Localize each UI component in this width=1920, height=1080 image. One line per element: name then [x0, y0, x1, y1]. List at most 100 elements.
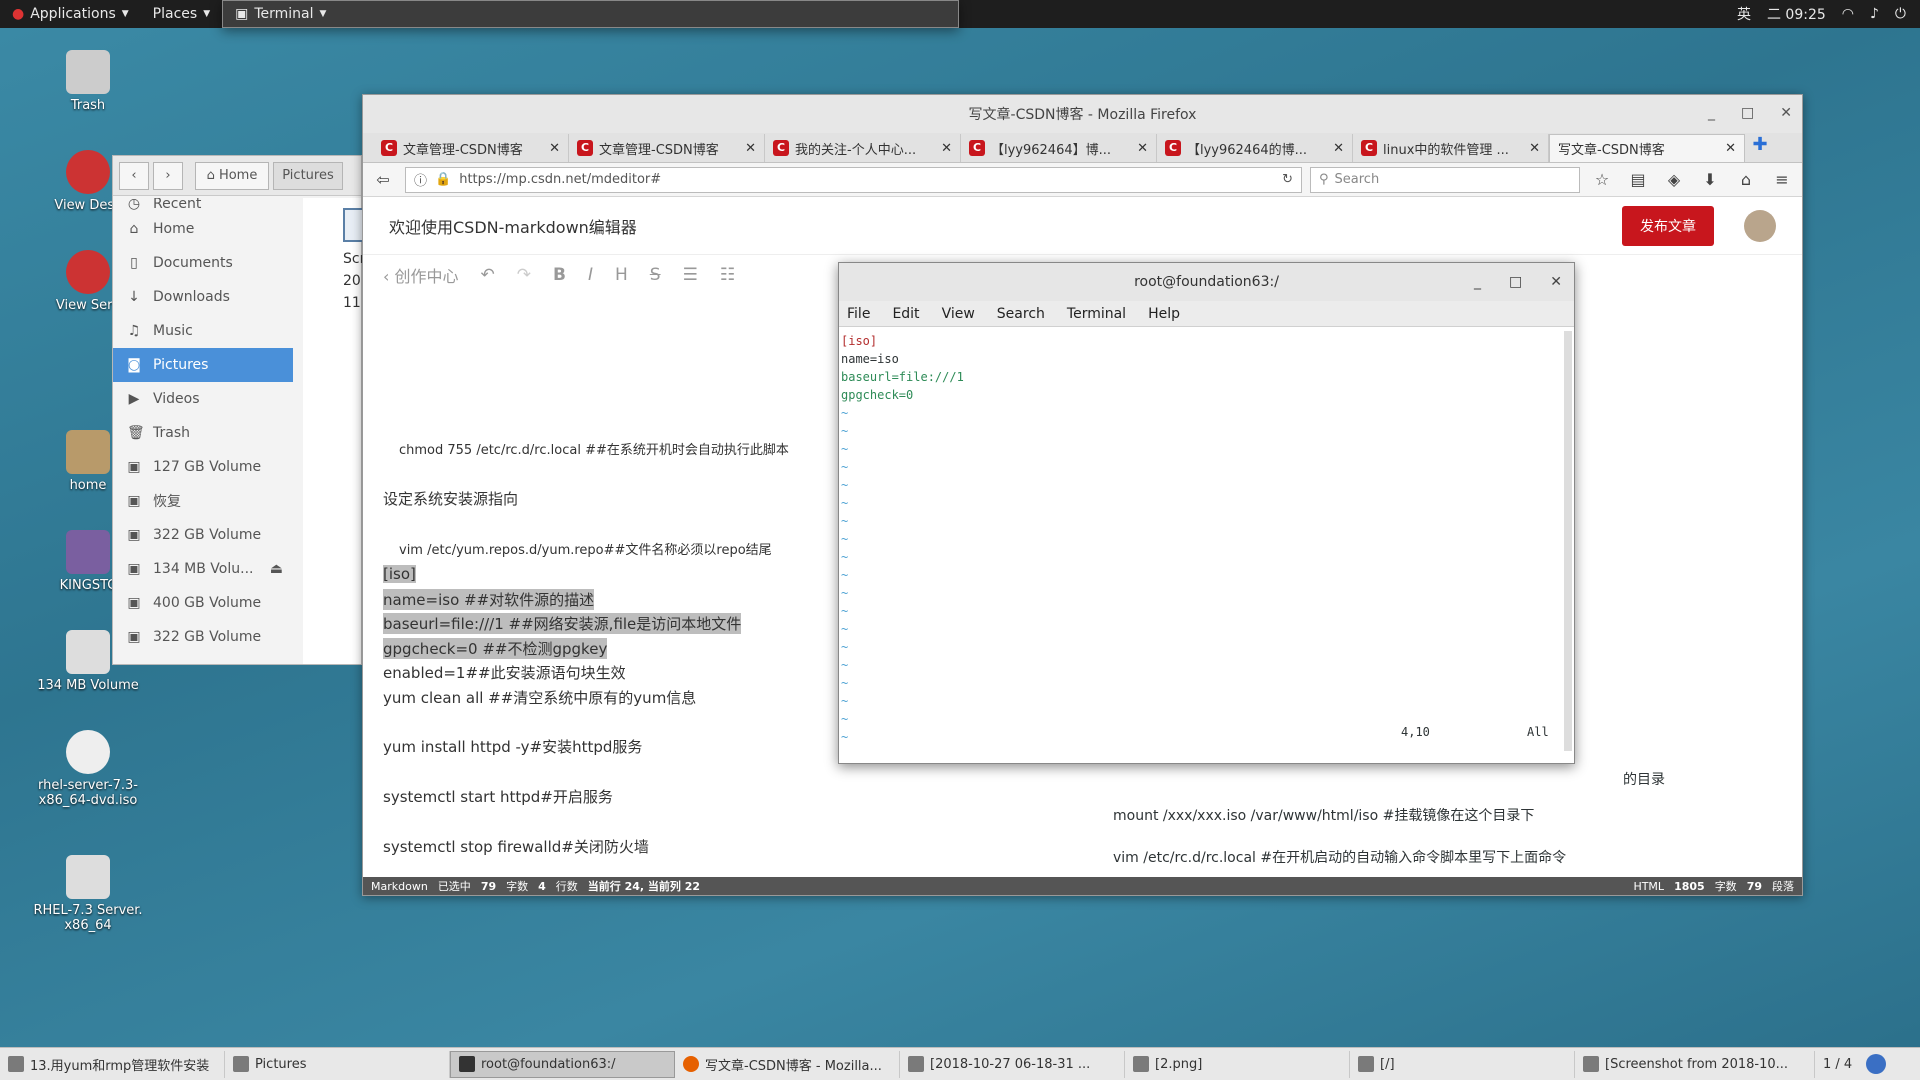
- close-icon[interactable]: ✕: [1550, 274, 1562, 290]
- menu-file[interactable]: File: [847, 306, 870, 322]
- taskbar-item[interactable]: [/]: [1350, 1050, 1575, 1078]
- bold-icon[interactable]: B: [553, 265, 566, 285]
- close-icon[interactable]: ✕: [549, 141, 560, 156]
- sidebar-item-downloads[interactable]: ↓ Downloads: [113, 280, 293, 314]
- menu-edit[interactable]: Edit: [892, 306, 919, 322]
- close-icon[interactable]: ✕: [1529, 141, 1540, 156]
- reading-list-icon[interactable]: ▤: [1624, 170, 1652, 189]
- editor-line: vim /etc/yum.repos.d/yum.repo##文件名称必须以re…: [399, 543, 772, 558]
- sidebar-item-pictures[interactable]: ◙ Pictures: [113, 348, 293, 382]
- url-bar[interactable]: ⓘ 🔒 https://mp.csdn.net/mdeditor# ↻: [405, 166, 1302, 193]
- image-viewer-icon: [1583, 1056, 1599, 1072]
- tab-write-article[interactable]: 写文章-CSDN博客 ✕: [1549, 134, 1745, 162]
- notification-icon[interactable]: [1866, 1054, 1887, 1074]
- usb-drive-icon: [66, 530, 110, 574]
- eject-icon[interactable]: ⏏: [270, 561, 283, 577]
- workspace-indicator[interactable]: 1 / 4: [1815, 1051, 1860, 1078]
- heading-icon[interactable]: H: [615, 265, 628, 285]
- tab-article-manage[interactable]: C 文章管理-CSDN博客 ✕: [569, 134, 765, 162]
- desktop-icon-iso[interactable]: rhel-server-7.3-x86_64-dvd.iso: [28, 730, 148, 808]
- editor-line: yum clean all ##清空系统中原有的yum信息: [383, 689, 697, 707]
- sidebar-item-videos[interactable]: ▶ Videos: [113, 382, 293, 416]
- desktop-icon-trash[interactable]: Trash: [28, 50, 148, 113]
- close-icon[interactable]: ✕: [1780, 105, 1792, 121]
- input-method[interactable]: 英: [1737, 4, 1751, 24]
- maximize-icon[interactable]: □: [1741, 105, 1754, 121]
- minimize-icon[interactable]: _: [1474, 274, 1481, 290]
- search-input[interactable]: ⚲ Search: [1310, 166, 1580, 193]
- menu-view[interactable]: View: [942, 306, 975, 322]
- power-icon[interactable]: ⏻: [1895, 6, 1906, 22]
- taskbar-item[interactable]: [2.png]: [1125, 1050, 1350, 1078]
- tab-my-follow[interactable]: C 我的关注-个人中心... ✕: [765, 134, 961, 162]
- back-to-center-link[interactable]: ‹ 创作中心: [383, 263, 459, 287]
- taskbar-item[interactable]: Pictures: [225, 1050, 450, 1078]
- tab-article-manage[interactable]: C 文章管理-CSDN博客 ✕: [373, 134, 569, 162]
- wifi-icon[interactable]: ◠: [1842, 6, 1854, 22]
- italic-icon[interactable]: I: [588, 265, 593, 285]
- clock[interactable]: 二 09:25: [1767, 4, 1826, 24]
- home-icon: ⌂: [129, 221, 139, 237]
- terminal-scrollbar[interactable]: [1564, 331, 1572, 751]
- close-icon[interactable]: ✕: [1725, 141, 1736, 156]
- back-icon[interactable]: ⇦: [369, 170, 397, 189]
- tab-linux-software[interactable]: Clinux中的软件管理 ... ✕: [1353, 134, 1549, 162]
- close-icon[interactable]: ✕: [1137, 141, 1148, 156]
- sidebar-item-documents[interactable]: ▯ Documents: [113, 246, 293, 280]
- close-icon[interactable]: ✕: [1333, 141, 1344, 156]
- taskbar-item[interactable]: root@foundation63:/: [450, 1050, 675, 1078]
- sidebar-item-recent[interactable]: ◷ Recent: [113, 198, 293, 212]
- sidebar-item-trash[interactable]: 🗑 Trash: [113, 416, 293, 450]
- home-path-button[interactable]: ⌂ Home: [195, 161, 269, 190]
- taskbar-item[interactable]: 13.用yum和rmp管理软件安装: [0, 1050, 225, 1078]
- redo-icon[interactable]: ↷: [517, 265, 531, 285]
- download-icon[interactable]: ⬇: [1696, 170, 1724, 189]
- home-folder-icon: [66, 430, 110, 474]
- menu-terminal[interactable]: Terminal: [1067, 306, 1126, 322]
- taskbar-item[interactable]: 写文章-CSDN博客 - Mozilla...: [675, 1050, 900, 1078]
- publish-button[interactable]: 发布文章: [1622, 205, 1714, 246]
- pictures-path-button[interactable]: Pictures: [273, 161, 343, 190]
- maximize-icon[interactable]: □: [1509, 274, 1522, 290]
- minimize-icon[interactable]: _: [1708, 105, 1715, 121]
- applications-menu[interactable]: ● Applications ▼: [0, 0, 141, 28]
- forward-button[interactable]: ›: [153, 161, 183, 190]
- sidebar-item-volume[interactable]: ▣ 400 GB Volume: [113, 586, 293, 620]
- menu-search[interactable]: Search: [997, 306, 1045, 322]
- sidebar-item-volume[interactable]: ▣ 134 MB Volu... ⏏: [113, 552, 293, 586]
- avatar[interactable]: [1744, 209, 1776, 242]
- taskbar-item[interactable]: [Screenshot from 2018-10...: [1575, 1050, 1815, 1078]
- caret-icon: ▼: [319, 9, 327, 19]
- strikethrough-icon[interactable]: S: [650, 265, 661, 285]
- terminal-window: root@foundation63:/ _ □ ✕ File Edit View S…: [838, 262, 1575, 764]
- sidebar-item-volume[interactable]: ▣ 127 GB Volume: [113, 450, 293, 484]
- sidebar-item-music[interactable]: ♫ Music: [113, 314, 293, 348]
- menu-icon[interactable]: ≡: [1768, 170, 1796, 189]
- back-button[interactable]: ‹: [119, 161, 149, 190]
- bookmark-star-icon[interactable]: ☆: [1588, 170, 1616, 189]
- terminal-menu[interactable]: ▣ Terminal ▼: [222, 0, 960, 28]
- close-icon[interactable]: ✕: [941, 141, 952, 156]
- reload-icon[interactable]: ↻: [1282, 172, 1293, 187]
- home-icon[interactable]: ⌂: [1732, 170, 1760, 189]
- close-icon[interactable]: ✕: [745, 141, 756, 156]
- sidebar-item-volume[interactable]: ▣ 恢复: [113, 484, 293, 518]
- menu-help[interactable]: Help: [1148, 306, 1180, 322]
- ordered-list-icon[interactable]: ☷: [720, 265, 735, 285]
- volume-icon[interactable]: ♪: [1870, 6, 1879, 22]
- undo-icon[interactable]: ↶: [481, 265, 495, 285]
- sidebar-item-volume[interactable]: ▣ 322 GB Volume: [113, 620, 293, 654]
- tab-blog[interactable]: C 【lyy962464】博... ✕: [961, 134, 1157, 162]
- new-tab-icon[interactable]: ✚: [1745, 134, 1775, 162]
- sidebar-item-home[interactable]: ⌂ Home: [113, 212, 293, 246]
- pocket-icon[interactable]: ◈: [1660, 170, 1688, 189]
- tab-blog[interactable]: C 【lyy962464的博... ✕: [1157, 134, 1353, 162]
- places-menu[interactable]: Places ▼: [141, 0, 222, 28]
- home-icon: ⌂: [206, 168, 215, 183]
- desktop-icon-rhel[interactable]: RHEL-7.3 Server. x86_64: [28, 855, 148, 933]
- unordered-list-icon[interactable]: ☰: [683, 265, 698, 285]
- taskbar-item[interactable]: [2018-10-27 06-18-31 ...: [900, 1050, 1125, 1078]
- sidebar-item-volume[interactable]: ▣ 322 GB Volume: [113, 518, 293, 552]
- vim-line: [iso]: [841, 334, 878, 348]
- terminal-content[interactable]: [iso] name=iso baseurl=file:///1 gpgchec…: [841, 329, 1562, 763]
